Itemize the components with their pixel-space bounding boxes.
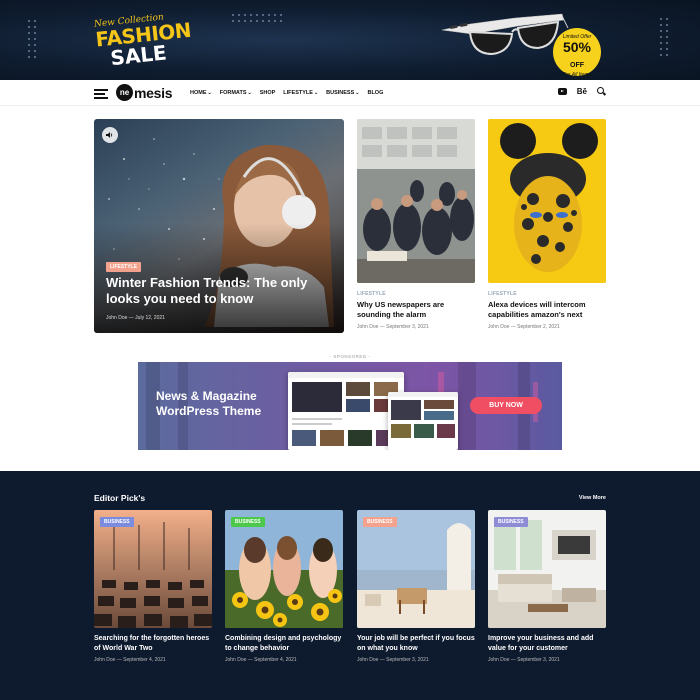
hamburger-menu-icon[interactable] (94, 89, 108, 101)
menu-item-home[interactable]: HOME ⌄ (190, 90, 212, 96)
discount-tag: Limited Offer 50% OFF For All Items (553, 28, 601, 78)
post-title[interactable]: Searching for the forgotten heroes of Wo… (94, 634, 212, 654)
tag-off: OFF (570, 62, 584, 69)
post-meta: John Doe — September 3, 2021 (488, 657, 560, 663)
menu-item-lifestyle[interactable]: LIFESTYLE ⌄ (283, 90, 318, 96)
menu-item-label: LIFESTYLE (283, 90, 313, 96)
theme-preview-illustration (388, 392, 458, 438)
search-icon[interactable] (597, 87, 606, 96)
post-meta: John Doe — September 4, 2021 (94, 657, 166, 663)
post-category[interactable]: LIFESTYLE (488, 291, 606, 297)
menu-item-label: HOME (190, 90, 207, 96)
sponsored-ad-banner[interactable]: News & Magazine WordPress Theme BUY NOW (138, 362, 562, 450)
living-room-illustration (488, 510, 606, 628)
menu-item-label: BLOG (367, 90, 384, 96)
decorative-dots (28, 20, 36, 58)
editor-picks-section: Editor Pick's View More BUSINESS Searchi… (0, 471, 700, 700)
pick-post-card[interactable]: BUSINESS Combining design and psychology… (225, 510, 343, 663)
tag-foot-text: For All Items (563, 72, 591, 78)
ad-headline-line1: News & Magazine (156, 389, 257, 403)
pick-post-card[interactable]: BUSINESS Your job will be perfect if you… (357, 510, 475, 663)
post-meta: John Doe — September 4, 2021 (225, 657, 297, 663)
living-room-image[interactable]: BUSINESS (488, 510, 606, 628)
face-paint-image[interactable] (488, 119, 606, 283)
main-navbar: ne mesis HOME ⌄ FORMATS ⌄ SHOP LIFESTYLE ⌄ … (0, 80, 700, 106)
terrace-image[interactable]: BUSINESS (357, 510, 475, 628)
category-badge[interactable]: LIFESTYLE (106, 262, 141, 272)
decorative-dots (232, 14, 282, 22)
decorative-dots (660, 18, 668, 56)
hero-meta: John Doe — July 12, 2021 (106, 315, 165, 321)
tag-percent: 50% (553, 40, 601, 54)
banner-title-sale: SALE (109, 40, 168, 71)
post-meta: John Doe — September 3, 2021 (357, 657, 429, 663)
menu-item-business[interactable]: BUSINESS ⌄ (326, 90, 359, 96)
buy-now-button[interactable]: BUY NOW (470, 397, 542, 414)
conference-illustration (357, 119, 475, 283)
post-title[interactable]: Alexa devices will intercom capabilities… (488, 300, 606, 320)
post-title[interactable]: Your job will be perfect if you focus on… (357, 634, 475, 654)
category-badge[interactable]: BUSINESS (231, 517, 265, 527)
traffic-jam-image[interactable]: BUSINESS (94, 510, 212, 628)
hero-title[interactable]: Winter Fashion Trends: The only looks yo… (106, 275, 326, 307)
behance-icon[interactable]: Bē (577, 87, 587, 96)
nav-icons: Bē (557, 87, 606, 96)
featured-post-card[interactable]: LIFESTYLE Alexa devices will intercom ca… (488, 119, 606, 330)
chevron-down-icon: ⌄ (207, 90, 212, 96)
category-badge[interactable]: BUSINESS (363, 517, 397, 527)
menu-item-blog[interactable]: BLOG (367, 90, 383, 96)
view-more-link[interactable]: View More (579, 495, 606, 501)
main-menu: HOME ⌄ FORMATS ⌄ SHOP LIFESTYLE ⌄ BUSINESS ⌄… (190, 80, 391, 106)
ad-headline-line2: WordPress Theme (156, 404, 262, 418)
menu-item-shop[interactable]: SHOP (260, 90, 276, 96)
traffic-illustration (94, 510, 212, 628)
ad-headline: News & Magazine WordPress Theme (156, 389, 261, 419)
post-category[interactable]: LIFESTYLE (357, 291, 475, 297)
category-badge[interactable]: BUSINESS (100, 517, 134, 527)
pick-post-card[interactable]: BUSINESS Searching for the forgotten her… (94, 510, 212, 663)
sunflowers-image[interactable]: BUSINESS (225, 510, 343, 628)
sound-toggle-button[interactable] (102, 127, 118, 143)
conference-image[interactable] (357, 119, 475, 283)
sponsored-label: - SPONSORED - (329, 354, 371, 359)
site-logo[interactable]: ne mesis (116, 84, 173, 101)
promo-banner[interactable]: New Collection FASHION SALE Limited Offe… (0, 0, 700, 80)
theme-preview-illustration (288, 372, 404, 446)
sunglasses-image (441, 13, 569, 56)
featured-post-card[interactable]: LIFESTYLE Why US newspapers are sounding… (357, 119, 475, 330)
speaker-icon (106, 132, 113, 138)
theme-preview-screen-secondary (388, 392, 458, 450)
fashion-sale-logo: New Collection FASHION SALE (94, 12, 192, 71)
menu-item-formats[interactable]: FORMATS ⌄ (220, 90, 252, 96)
post-title[interactable]: Combining design and psychology to chang… (225, 634, 343, 654)
chevron-down-icon: ⌄ (355, 90, 360, 96)
menu-item-label: FORMATS (219, 90, 247, 96)
post-title[interactable]: Improve your business and add value for … (488, 634, 606, 654)
youtube-icon[interactable] (557, 88, 567, 95)
hero-post[interactable]: LIFESTYLE Winter Fashion Trends: The onl… (94, 119, 344, 333)
logo-text: mesis (134, 84, 173, 101)
pick-post-card[interactable]: BUSINESS Improve your business and add v… (488, 510, 606, 663)
section-title: Editor Pick's (94, 493, 146, 503)
sunflowers-illustration (225, 510, 343, 628)
logo-mark: ne (116, 84, 133, 101)
post-meta: John Doe — September 3, 2021 (357, 324, 429, 330)
theme-preview-screen (288, 372, 404, 450)
tag-percent-value: 50% (562, 39, 592, 55)
category-badge[interactable]: BUSINESS (494, 517, 528, 527)
face-paint-illustration (488, 119, 606, 283)
chevron-down-icon: ⌄ (247, 90, 252, 96)
menu-item-label: BUSINESS (326, 90, 355, 96)
post-title[interactable]: Why US newspapers are sounding the alarm (357, 300, 475, 320)
menu-item-label: SHOP (259, 90, 276, 96)
terrace-illustration (357, 510, 475, 628)
chevron-down-icon: ⌄ (313, 90, 319, 96)
post-meta: John Doe — September 2, 2021 (488, 324, 560, 330)
